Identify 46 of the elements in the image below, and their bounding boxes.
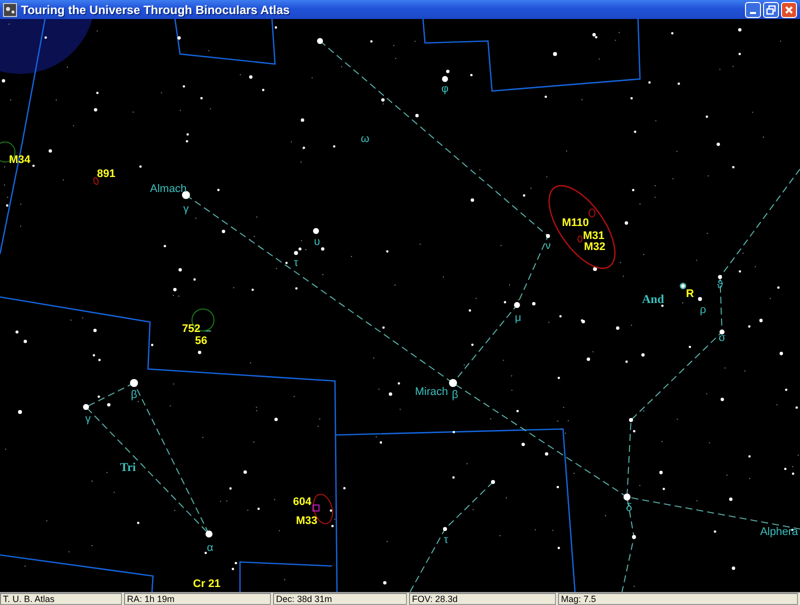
status-field: T. U. B. Atlas	[0, 593, 122, 605]
star-label: β	[130, 389, 138, 401]
nebula-square	[312, 504, 320, 512]
galaxy-ellipse	[93, 177, 99, 185]
object-label: 56	[195, 335, 208, 347]
object-label: M31	[583, 230, 604, 242]
star-label: ν	[545, 240, 551, 252]
star-label: δ	[626, 502, 632, 514]
constellation-label: Tri	[120, 460, 136, 474]
close-button[interactable]	[781, 2, 797, 18]
object-label: Cr 21	[193, 578, 221, 590]
star-label: σ	[718, 332, 726, 344]
object-label: M110	[562, 217, 589, 229]
star-label: α	[206, 542, 214, 554]
star-label: τ	[294, 257, 298, 269]
star-label: υ	[314, 236, 320, 248]
star-label: ρ	[700, 304, 706, 316]
status-field: RA: 1h 19m	[124, 593, 271, 605]
minimize-icon	[750, 12, 756, 14]
close-icon	[784, 4, 794, 14]
object-label: M33	[296, 515, 318, 527]
object-label: 604	[293, 496, 312, 508]
star-label: μ	[514, 312, 522, 324]
star-label: φ	[441, 83, 449, 95]
star-label: τ	[444, 534, 448, 546]
minimize-button[interactable]	[745, 2, 761, 18]
star-label: Alphera	[760, 526, 798, 538]
window-title: Touring the Universe Through Binoculars Atlas	[21, 2, 291, 16]
status-field: Dec: 38d 31m	[273, 593, 407, 605]
restore-icon	[766, 4, 776, 14]
restore-button[interactable]	[763, 2, 779, 18]
status-field: Mag: 7.5	[558, 593, 798, 605]
star-label: ϑ	[717, 279, 723, 291]
star-label: ω	[360, 133, 370, 145]
object-label: R	[686, 288, 694, 300]
object-label: M32	[584, 241, 606, 253]
object-label: 891	[97, 168, 116, 180]
object-label: 752	[182, 323, 200, 335]
star-label: γ	[85, 413, 91, 425]
star-label: Mirach	[414, 386, 448, 398]
star-label: γ	[183, 203, 189, 215]
constellation-label: And	[642, 292, 664, 306]
status-field: FOV: 28.3d	[409, 593, 556, 605]
app-icon	[3, 2, 17, 16]
star-label: Almach	[150, 183, 187, 195]
star-label: β	[452, 389, 458, 401]
